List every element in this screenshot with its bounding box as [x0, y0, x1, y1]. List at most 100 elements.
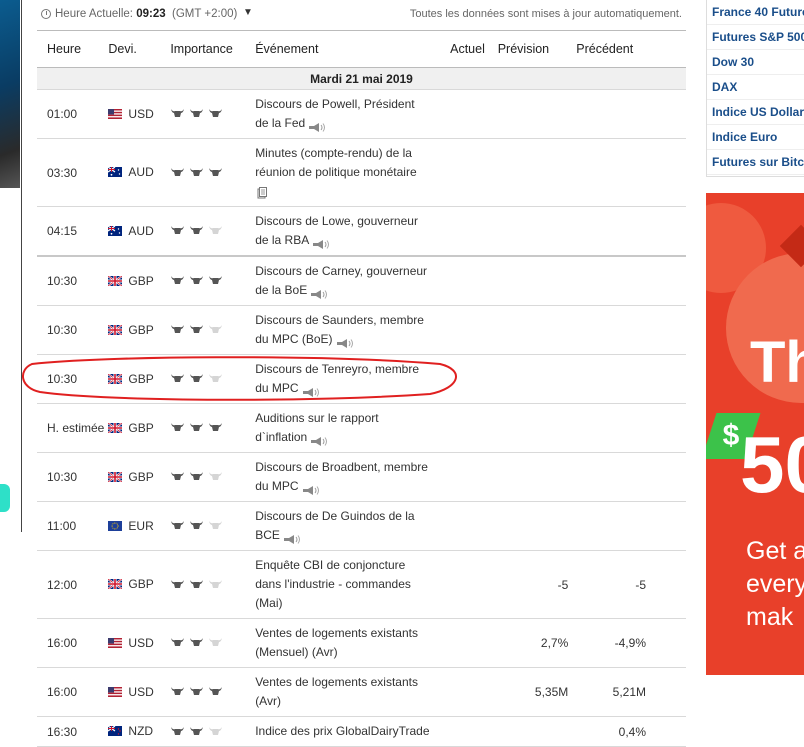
event-currency: AUD: [108, 138, 171, 207]
bull-icon: [189, 225, 204, 235]
eu-flag-icon: [108, 520, 123, 531]
header-event[interactable]: Événement: [255, 30, 431, 68]
sidebar-market-link[interactable]: France 40 Futures: [707, 0, 804, 25]
event-time: 11:00: [37, 501, 109, 551]
header-previous[interactable]: Précédent: [573, 30, 686, 68]
event-title[interactable]: Discours de Saunders, membre du MPC (BoE…: [255, 305, 431, 355]
us-flag-icon: [108, 637, 123, 648]
header-actual[interactable]: Actuel: [430, 30, 498, 68]
event-title[interactable]: Discours de Carney, gouverneur de la BoE: [255, 256, 431, 306]
table-row[interactable]: H. estimée GBP Auditions sur le rapport d`…: [37, 403, 686, 453]
sidebar-market-link[interactable]: Indice US Dollar: [707, 100, 804, 125]
event-forecast: [497, 716, 574, 747]
bull-icon: [189, 422, 204, 432]
bull-icon: [189, 637, 204, 647]
event-currency: EUR: [108, 501, 171, 551]
table-header-row: Heure Devi. Importance Événement Actuel …: [37, 30, 686, 68]
sidebar-market-link[interactable]: Dow 30: [707, 50, 804, 75]
sidebar-market-link[interactable]: DAX: [707, 75, 804, 100]
auto-update-notice: Toutes les données sont mises à jour aut…: [409, 8, 682, 20]
event-importance: [170, 452, 256, 502]
event-title[interactable]: Enquête CBI de conjoncture dans l'indust…: [255, 550, 431, 619]
event-title[interactable]: Ventes de logements existants (Mensuel) …: [255, 618, 431, 668]
event-previous: [573, 206, 686, 257]
event-title[interactable]: Discours de Broadbent, membre du MPC: [255, 452, 431, 502]
event-actual: [430, 354, 498, 404]
table-row[interactable]: 10:30 GBP Discours de Saunders, membre du …: [37, 305, 686, 355]
event-forecast: [497, 138, 574, 207]
speech-icon: [302, 482, 322, 496]
event-currency: AUD: [108, 206, 171, 257]
event-forecast: [497, 501, 574, 551]
sidebar-market-link[interactable]: Futures S&P 500: [707, 25, 804, 50]
left-ad-strip: [0, 0, 22, 532]
table-row[interactable]: 12:00 GBP Enquête CBI de conjoncture dans …: [37, 550, 686, 619]
event-actual: [430, 403, 498, 453]
table-row[interactable]: 16:30 NZD Indice des prix GlobalDairyTrade…: [37, 716, 686, 747]
event-title[interactable]: Discours de Tenreyro, membre du MPC: [255, 354, 431, 404]
event-previous: [573, 403, 686, 453]
bull-icon: [189, 579, 204, 589]
event-time: 16:00: [37, 618, 109, 668]
event-title[interactable]: Minutes (compte-rendu) de la réunion de …: [255, 138, 431, 207]
bull-icon: [170, 373, 185, 383]
header-currency[interactable]: Devi.: [108, 30, 171, 68]
table-row[interactable]: 03:30 AUD Minutes (compte-rendu) de la réu…: [37, 138, 686, 207]
event-currency: GBP: [108, 256, 171, 306]
event-time: 10:30: [37, 256, 109, 306]
bull-icon: [208, 520, 223, 530]
event-currency: NZD: [108, 716, 171, 747]
event-title[interactable]: Indice des prix GlobalDairyTrade: [255, 716, 431, 747]
event-title[interactable]: Auditions sur le rapport d`inflation: [255, 403, 431, 453]
bull-icon: [170, 275, 185, 285]
event-forecast: [497, 256, 574, 306]
table-row[interactable]: 10:30 GBP Discours de Tenreyro, membre du …: [37, 354, 686, 404]
bull-icon: [208, 275, 223, 285]
gb-flag-icon: [108, 373, 123, 384]
speech-icon: [310, 286, 330, 300]
table-row[interactable]: 16:00 USD Ventes de logements existants (M…: [37, 618, 686, 668]
left-ad-button[interactable]: [0, 484, 10, 512]
timezone-dropdown-chevron-icon[interactable]: ▼: [243, 7, 253, 18]
table-row[interactable]: 04:15 AUD Discours de Lowe, gouverneur de …: [37, 206, 686, 257]
sidebar-market-link[interactable]: Indice Euro: [707, 125, 804, 150]
event-title[interactable]: Discours de Lowe, gouverneur de la RBA: [255, 206, 431, 257]
event-title[interactable]: Discours de De Guindos de la BCE: [255, 501, 431, 551]
bull-icon: [208, 225, 223, 235]
document-icon: [257, 186, 268, 199]
event-importance: [170, 256, 256, 306]
header-time[interactable]: Heure: [37, 30, 109, 68]
speech-icon: [310, 433, 330, 447]
left-ad-image[interactable]: [0, 0, 20, 188]
bull-icon: [208, 686, 223, 696]
event-actual: [430, 618, 498, 668]
right-ad-banner[interactable]: Th $ 50 Get a every mak: [706, 193, 804, 675]
event-forecast: [497, 89, 574, 139]
header-forecast[interactable]: Prévision: [497, 30, 574, 68]
event-time: H. estimée: [37, 403, 109, 453]
event-forecast: [497, 305, 574, 355]
event-actual: [430, 550, 498, 619]
event-previous: [573, 501, 686, 551]
bull-icon: [208, 726, 223, 736]
event-currency: GBP: [108, 550, 171, 619]
bull-icon: [208, 373, 223, 383]
table-row[interactable]: 10:30 GBP Discours de Broadbent, membre du…: [37, 452, 686, 502]
bull-icon: [189, 373, 204, 383]
table-row[interactable]: 10:30 GBP Discours de Carney, gouverneur d…: [37, 256, 686, 306]
bull-icon: [170, 324, 185, 334]
speech-icon: [302, 384, 322, 398]
table-row[interactable]: 11:00 EUR Discours de De Guindos de la BCE: [37, 501, 686, 551]
sidebar-market-link[interactable]: Futures sur Bitcoin: [707, 150, 804, 175]
event-previous: [573, 452, 686, 502]
event-previous: [573, 354, 686, 404]
event-forecast: [497, 354, 574, 404]
header-importance[interactable]: Importance: [170, 30, 256, 68]
bull-icon: [189, 471, 204, 481]
table-row[interactable]: 01:00 USD Discours de Powell, Président de…: [37, 89, 686, 139]
calendar-topbar: Heure Actuelle: 09:23 (GMT +2:00) ▼ Tout…: [41, 4, 686, 26]
event-importance: [170, 89, 256, 139]
event-title[interactable]: Discours de Powell, Président de la Fed: [255, 89, 431, 139]
bull-icon: [170, 637, 185, 647]
event-importance: [170, 716, 256, 747]
